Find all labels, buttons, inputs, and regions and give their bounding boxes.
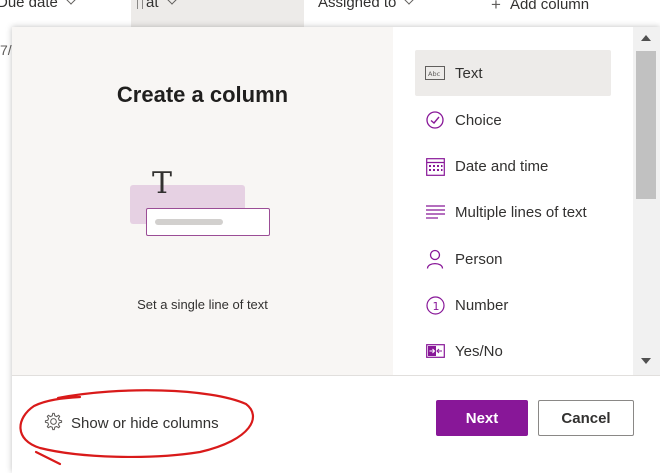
chevron-down-icon	[403, 0, 416, 5]
column-preview-pane: Create a column T Set a single line of t…	[12, 27, 393, 375]
scrollbar-thumb[interactable]	[636, 51, 656, 199]
create-column-panel: Create a column T Set a single line of t…	[12, 27, 660, 473]
column-type-label: Person	[455, 250, 503, 268]
chevron-down-icon	[165, 0, 178, 5]
person-icon	[425, 249, 445, 269]
column-type-text[interactable]: Abc Text	[415, 50, 611, 96]
illustration-placeholder-line	[155, 219, 223, 225]
svg-text:1: 1	[432, 300, 439, 313]
column-type-number[interactable]: 1 Number	[415, 282, 611, 328]
column-header-row: Due date at Assigned to + Add column	[0, 0, 660, 27]
panel-title: Create a column	[116, 82, 289, 107]
calendar-icon	[425, 156, 445, 176]
column-type-label: Yes/No	[455, 342, 503, 360]
column-type-label: Date and time	[455, 157, 549, 175]
scroll-up-arrow-icon[interactable]	[641, 35, 651, 41]
number-icon: 1	[425, 295, 445, 315]
status-header-text[interactable]: at	[146, 0, 178, 11]
show-hide-columns-link[interactable]: Show or hide columns	[44, 412, 219, 435]
column-type-yes-no[interactable]: Yes/No	[415, 328, 611, 374]
yes-no-icon	[425, 341, 445, 361]
illustration-input-box	[146, 208, 270, 236]
cancel-button[interactable]: Cancel	[538, 400, 634, 436]
choice-check-icon	[425, 110, 445, 130]
assigned-to-column-header[interactable]: Assigned to	[318, 0, 416, 11]
panel-footer: Show or hide columns Next Cancel	[12, 375, 660, 473]
column-type-date-time[interactable]: Date and time	[415, 143, 611, 189]
assigned-to-header-label: Assigned to	[318, 0, 397, 11]
column-type-label: Multiple lines of text	[455, 203, 587, 221]
due-date-column-header[interactable]: Due date	[0, 0, 77, 11]
text-t-icon: T	[152, 166, 173, 201]
next-button[interactable]: Next	[436, 400, 528, 436]
column-resize-grip-icon[interactable]	[137, 0, 143, 9]
show-hide-columns-label: Show or hide columns	[71, 415, 219, 432]
add-column-label: Add column	[509, 0, 590, 13]
gear-icon	[44, 412, 63, 435]
add-column-button[interactable]: + Add column	[491, 0, 589, 14]
scroll-down-arrow-icon[interactable]	[641, 358, 651, 364]
plus-icon: +	[491, 0, 501, 14]
column-type-person[interactable]: Person	[415, 236, 611, 282]
preview-description: Set a single line of text	[137, 297, 268, 312]
text-field-icon: Abc	[425, 63, 445, 83]
chevron-down-icon	[65, 0, 77, 5]
multiline-text-icon	[425, 202, 445, 222]
column-type-list: Abc Text Choice Date and time Multiple l…	[415, 50, 611, 375]
column-type-multiline-text[interactable]: Multiple lines of text	[415, 189, 611, 235]
column-type-label: Number	[455, 296, 509, 314]
due-date-header-label: Due date	[0, 0, 58, 11]
type-list-scrollbar[interactable]	[633, 27, 660, 375]
row-date-fragment: 7/	[0, 42, 12, 58]
svg-text:Abc: Abc	[428, 70, 441, 78]
column-type-label: Text	[455, 64, 483, 82]
status-header-label: at	[146, 0, 159, 11]
column-type-choice[interactable]: Choice	[415, 97, 611, 143]
column-type-label: Choice	[455, 111, 502, 129]
text-field-illustration: T	[130, 166, 275, 242]
